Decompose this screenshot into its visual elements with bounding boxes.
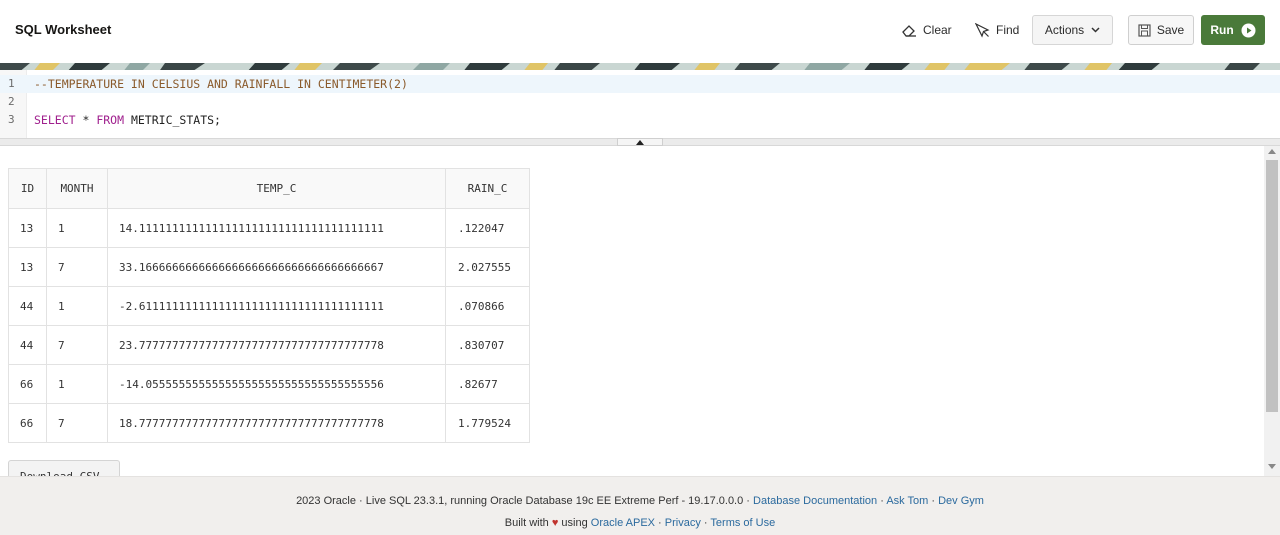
results-scrollbar[interactable] — [1264, 146, 1280, 476]
cell-month: 1 — [46, 208, 108, 248]
database-documentation-link[interactable]: Database Documentation — [753, 495, 877, 507]
sql-keyword-select: SELECT — [34, 113, 76, 127]
scroll-up-arrow-icon[interactable] — [1268, 149, 1276, 154]
caret-up-icon — [636, 139, 644, 145]
cell-rain: .122047 — [445, 208, 530, 248]
clear-button[interactable]: Clear — [902, 15, 952, 45]
cell-rain: 1.779524 — [445, 403, 530, 443]
scroll-down-arrow-icon[interactable] — [1268, 464, 1276, 469]
scrollbar-thumb[interactable] — [1266, 160, 1278, 412]
download-csv-button[interactable]: Download CSV — [8, 460, 120, 476]
save-button[interactable]: Save — [1128, 15, 1194, 45]
sql-star: * — [75, 113, 97, 127]
cell-id: 44 — [8, 325, 47, 365]
page-footer: 2023 Oracle · Live SQL 23.3.1, running O… — [0, 476, 1280, 535]
cell-id: 13 — [8, 247, 47, 287]
cell-id: 66 — [8, 403, 47, 443]
find-button[interactable]: Find — [975, 15, 1019, 45]
play-circle-icon — [1241, 23, 1256, 37]
find-label: Find — [996, 23, 1020, 37]
decorative-banner — [0, 60, 1280, 70]
ask-tom-link[interactable]: Ask Tom — [886, 495, 928, 507]
table-row: 13 7 33.16666666666666666666666666666666… — [8, 247, 530, 287]
table-row: 13 1 14.11111111111111111111111111111111… — [8, 208, 530, 248]
sql-keyword-from: FROM — [96, 113, 125, 127]
footer-line-1: 2023 Oracle · Live SQL 23.3.1, running O… — [0, 495, 1280, 507]
built-with-text: Built with — [504, 517, 552, 529]
dev-gym-link[interactable]: Dev Gym — [938, 495, 984, 507]
footer-separator: · — [928, 495, 939, 507]
sql-comment: --TEMPERATURE IN CELSIUS AND RAINFALL IN… — [34, 77, 408, 91]
code-line[interactable]: 2 — [0, 93, 1280, 111]
table-header-row: ID MONTH TEMP_C RAIN_C — [8, 168, 530, 209]
table-row: 66 1 -14.0555555555555555555555555555555… — [8, 364, 530, 404]
footer-separator: · — [700, 517, 711, 529]
using-text: using — [558, 517, 591, 529]
sql-editor[interactable]: 1 --TEMPERATURE IN CELSIUS AND RAINFALL … — [0, 70, 1280, 138]
sql-table-name: METRIC_STATS; — [124, 113, 221, 127]
run-button[interactable]: Run — [1201, 15, 1265, 45]
column-header-temp: TEMP_C — [107, 168, 446, 209]
cell-temp: -14.055555555555555555555555555555555556 — [107, 364, 446, 404]
footer-separator: · — [655, 517, 665, 529]
clear-label: Clear — [923, 23, 952, 37]
actions-label: Actions — [1044, 23, 1085, 37]
eraser-icon — [902, 25, 916, 37]
cell-rain: 2.027555 — [445, 247, 530, 287]
results-table: ID MONTH TEMP_C RAIN_C 13 1 14.111111111… — [8, 168, 530, 443]
results-pane: ID MONTH TEMP_C RAIN_C 13 1 14.111111111… — [0, 146, 1280, 476]
collapse-handle[interactable] — [617, 138, 663, 146]
cell-month: 7 — [46, 247, 108, 287]
cell-temp: 14.1111111111111111111111111111111111111 — [107, 208, 446, 248]
table-row: 44 1 -2.61111111111111111111111111111111… — [8, 286, 530, 326]
footer-copyright: 2023 Oracle · Live SQL 23.3.1, running O… — [296, 495, 754, 507]
line-number: 1 — [8, 77, 15, 90]
cell-rain: .82677 — [445, 364, 530, 404]
column-header-id: ID — [8, 168, 47, 209]
privacy-link[interactable]: Privacy — [665, 517, 701, 529]
cell-month: 1 — [46, 364, 108, 404]
line-number: 2 — [8, 95, 15, 108]
cell-id: 44 — [8, 286, 47, 326]
column-header-month: MONTH — [46, 168, 108, 209]
terms-of-use-link[interactable]: Terms of Use — [710, 517, 775, 529]
cell-temp: 33.1666666666666666666666666666666666667 — [107, 247, 446, 287]
table-row: 44 7 23.77777777777777777777777777777777… — [8, 325, 530, 365]
sql-statement: SELECT * FROM METRIC_STATS; — [34, 111, 221, 129]
page-title: SQL Worksheet — [15, 22, 112, 37]
actions-menu-button[interactable]: Actions — [1032, 15, 1113, 45]
cell-temp: 23.7777777777777777777777777777777777778 — [107, 325, 446, 365]
code-line[interactable]: 1 --TEMPERATURE IN CELSIUS AND RAINFALL … — [0, 75, 1280, 93]
cell-temp: 18.7777777777777777777777777777777777778 — [107, 403, 446, 443]
cell-id: 13 — [8, 208, 47, 248]
save-label: Save — [1156, 23, 1185, 37]
cell-month: 1 — [46, 286, 108, 326]
find-cursor-icon — [975, 22, 990, 38]
cell-id: 66 — [8, 364, 47, 404]
column-header-rain: RAIN_C — [445, 168, 530, 209]
floppy-disk-icon — [1138, 23, 1151, 37]
table-row: 66 7 18.77777777777777777777777777777777… — [8, 403, 530, 443]
cell-month: 7 — [46, 325, 108, 365]
oracle-apex-link[interactable]: Oracle APEX — [591, 517, 655, 529]
run-label: Run — [1210, 23, 1234, 37]
footer-separator: · — [877, 495, 887, 507]
chevron-down-icon — [1091, 27, 1100, 33]
footer-line-2: Built with ♥ using Oracle APEX · Privacy… — [0, 517, 1280, 529]
pane-splitter[interactable] — [0, 138, 1280, 146]
code-line[interactable]: 3 SELECT * FROM METRIC_STATS; — [0, 111, 1280, 129]
worksheet-header: SQL Worksheet Clear Find Actions Save Ru… — [0, 0, 1280, 60]
line-number: 3 — [8, 113, 15, 126]
banner-pattern-image — [0, 63, 1280, 70]
cell-temp: -2.6111111111111111111111111111111111111 — [107, 286, 446, 326]
cell-rain: .070866 — [445, 286, 530, 326]
cell-rain: .830707 — [445, 325, 530, 365]
cell-month: 7 — [46, 403, 108, 443]
